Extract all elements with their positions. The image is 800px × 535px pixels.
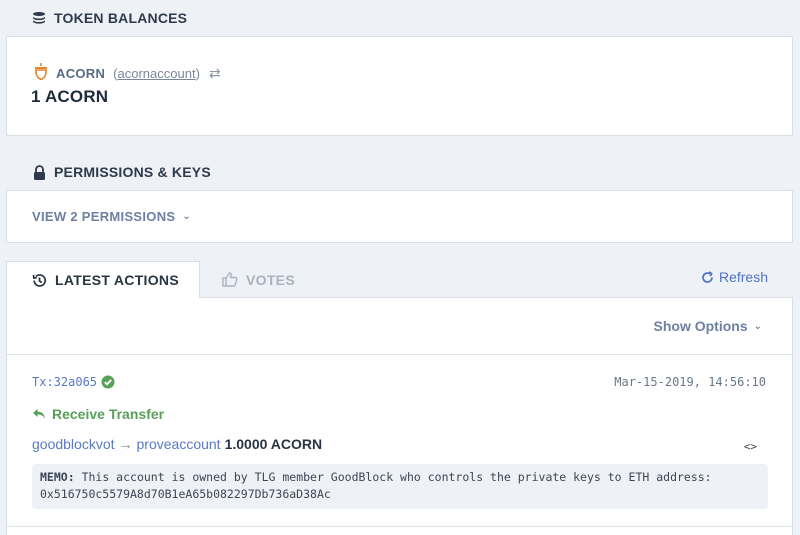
token-account-link[interactable]: acornaccount bbox=[118, 66, 196, 81]
permissions-card: VIEW 2 PERMISSIONS ⌄ bbox=[6, 190, 793, 243]
view-permissions-label: VIEW 2 PERMISSIONS bbox=[32, 209, 176, 224]
tx-timestamp: Mar-15-2019, 14:56:10 bbox=[614, 375, 766, 389]
check-circle-icon bbox=[101, 375, 115, 389]
refresh-icon bbox=[701, 270, 714, 284]
tab-votes-label: VOTES bbox=[246, 271, 295, 288]
action-type: Receive Transfer bbox=[32, 406, 164, 422]
history-icon bbox=[32, 273, 47, 288]
transfer-swap-icon[interactable]: ⇄ bbox=[209, 65, 221, 82]
transfer-details: goodblockvot → proveaccount 1.0000 ACORN bbox=[32, 436, 322, 452]
action-type-label: Receive Transfer bbox=[52, 406, 165, 422]
token-contract-account: (acornaccount) bbox=[113, 65, 200, 81]
latest-actions-panel: Show Options ⌄ Tx:32a065 Mar-15-2019, 14… bbox=[6, 297, 793, 535]
refresh-label: Refresh bbox=[718, 269, 768, 285]
token-balances-title: TOKEN BALANCES bbox=[54, 10, 188, 26]
lock-icon bbox=[31, 164, 47, 180]
coins-icon bbox=[31, 10, 47, 26]
code-toggle-icon[interactable]: <> bbox=[744, 440, 757, 453]
show-options-label: Show Options bbox=[653, 318, 748, 334]
token-balances-header: TOKEN BALANCES bbox=[31, 8, 187, 28]
token-amount: 1 ACORN bbox=[31, 87, 109, 106]
from-account-link[interactable]: goodblockvot bbox=[32, 436, 115, 452]
to-account-link[interactable]: proveaccount bbox=[137, 436, 221, 452]
view-permissions-link[interactable]: VIEW 2 PERMISSIONS ⌄ bbox=[32, 209, 191, 224]
acorn-icon bbox=[34, 63, 48, 83]
refresh-button[interactable]: Refresh bbox=[701, 269, 768, 285]
memo-box: MEMO: This account is owned by TLG membe… bbox=[32, 464, 768, 509]
tx-id: Tx:32a065 bbox=[32, 375, 98, 389]
tx-link[interactable]: Tx:32a065 bbox=[32, 375, 115, 389]
arrow-right-icon: → bbox=[118, 436, 133, 452]
reply-arrow-icon bbox=[32, 408, 46, 420]
divider bbox=[7, 526, 792, 527]
transfer-amount: 1.0000 ACORN bbox=[224, 436, 323, 452]
permissions-title: PERMISSIONS & KEYS bbox=[54, 164, 211, 180]
token-symbol: ACORN bbox=[56, 65, 106, 81]
tab-votes[interactable]: VOTES bbox=[222, 261, 295, 298]
show-options-button[interactable]: Show Options ⌄ bbox=[654, 318, 763, 334]
token-row: ACORN (acornaccount) ⇄ bbox=[34, 63, 221, 83]
token-balances-card: ACORN (acornaccount) ⇄ 1 ACORN bbox=[6, 36, 793, 136]
tab-latest-actions-label: LATEST ACTIONS bbox=[55, 272, 179, 288]
chevron-down-icon: ⌄ bbox=[753, 320, 762, 332]
tab-latest-actions[interactable]: LATEST ACTIONS bbox=[6, 261, 200, 298]
thumbs-up-icon bbox=[222, 272, 238, 287]
permissions-header: PERMISSIONS & KEYS bbox=[31, 162, 211, 182]
chevron-down-icon: ⌄ bbox=[182, 211, 192, 222]
memo-label: MEMO: bbox=[40, 470, 75, 484]
memo-text: This account is owned by TLG member Good… bbox=[40, 470, 712, 501]
divider bbox=[7, 354, 792, 355]
